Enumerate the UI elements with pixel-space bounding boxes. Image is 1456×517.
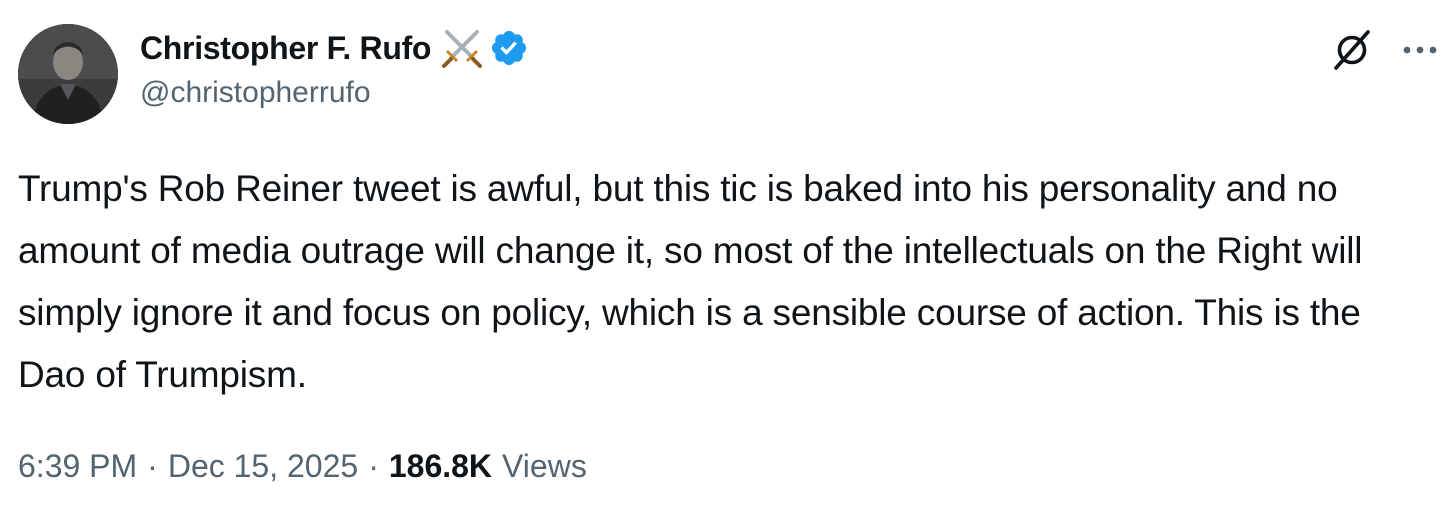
tweet-metadata: 6:39 PM · Dec 15, 2025 · 186.8K Views (18, 448, 587, 485)
avatar-photo (18, 24, 118, 124)
tweet-time[interactable]: 6:39 PM (18, 448, 137, 485)
more-options-icon[interactable] (1402, 44, 1438, 56)
author-info: Christopher F. Rufo @christopherrufo (140, 26, 529, 110)
views-count: 186.8K (388, 448, 493, 484)
separator: · (147, 448, 158, 484)
tweet-text: Trump's Rob Reiner tweet is awful, but t… (18, 168, 1363, 395)
top-actions (1330, 28, 1438, 72)
handle[interactable]: @christopherrufo (140, 76, 529, 110)
avatar[interactable] (18, 24, 118, 124)
tweet-card: Christopher F. Rufo @christopherrufo Tru… (0, 0, 1456, 517)
name-row: Christopher F. Rufo (140, 26, 529, 70)
crossed-swords-icon (442, 30, 483, 68)
separator: · (368, 448, 379, 484)
display-name[interactable]: Christopher F. Rufo (140, 30, 431, 67)
grok-icon[interactable] (1330, 28, 1374, 72)
tweet-date[interactable]: Dec 15, 2025 (168, 448, 358, 485)
views-label: Views (502, 448, 587, 484)
verified-badge-icon[interactable] (489, 28, 529, 68)
